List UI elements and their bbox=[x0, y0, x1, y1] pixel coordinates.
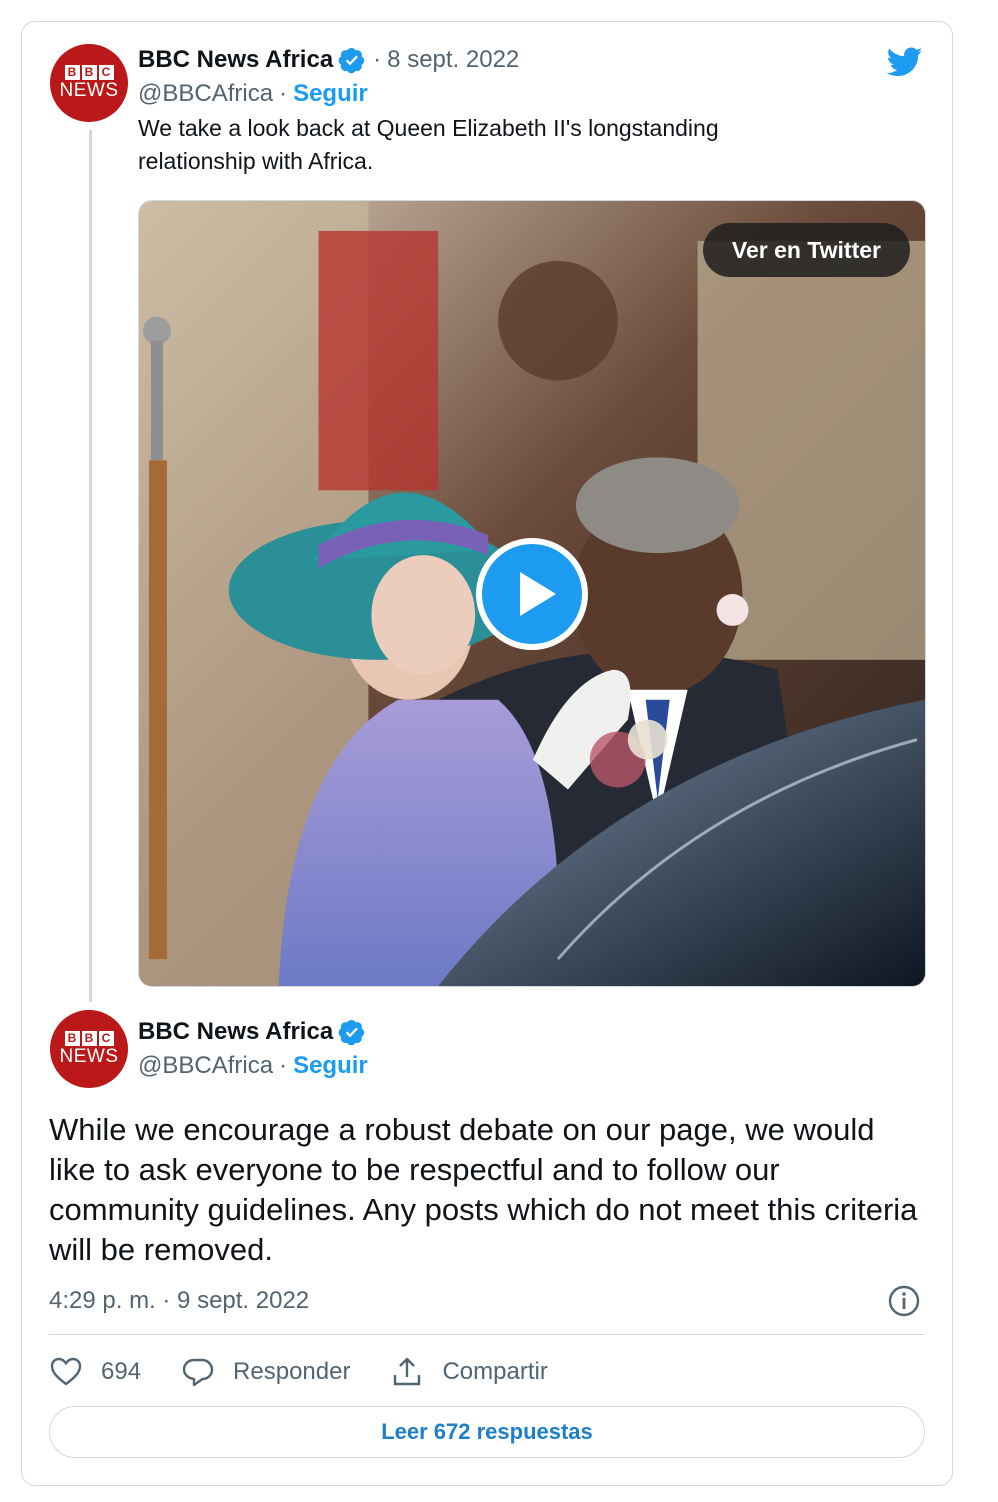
follow-button[interactable]: Seguir bbox=[293, 1052, 368, 1080]
avatar[interactable]: B B C NEWS bbox=[50, 1010, 128, 1088]
avatar-news-label: NEWS bbox=[59, 80, 119, 101]
video-thumbnail[interactable]: Ver en Twitter bbox=[138, 200, 926, 987]
thread-connector-line bbox=[89, 130, 92, 1002]
view-on-twitter-button[interactable]: Ver en Twitter bbox=[702, 223, 910, 277]
separator-dot: · bbox=[279, 80, 288, 107]
quoted-author-row: BBC News Africa · 8 sept. 2022 bbox=[138, 44, 519, 76]
post-date[interactable]: 8 sept. 2022 bbox=[387, 46, 519, 74]
reply-label: Responder bbox=[233, 1358, 351, 1385]
read-replies-button[interactable]: Leer 672 respuestas bbox=[49, 1406, 925, 1458]
reply-handle-row: @BBCAfrica · Seguir bbox=[138, 1050, 368, 1082]
heart-icon bbox=[50, 1357, 82, 1386]
tweet-text: While we encourage a robust debate on ou… bbox=[49, 1112, 918, 1267]
avatar-letter: B bbox=[81, 65, 97, 80]
follow-button[interactable]: Seguir bbox=[293, 80, 368, 108]
author-display-name[interactable]: BBC News Africa bbox=[138, 1018, 333, 1046]
verified-badge-icon bbox=[338, 1019, 365, 1046]
avatar[interactable]: B B C NEWS bbox=[50, 44, 128, 122]
twitter-bird-icon[interactable] bbox=[884, 44, 926, 80]
author-handle[interactable]: @BBCAfrica bbox=[138, 1052, 273, 1080]
divider bbox=[49, 1334, 925, 1335]
share-icon bbox=[394, 1357, 421, 1386]
tweet-timestamp[interactable]: 4:29 p. m. · 9 sept. 2022 bbox=[49, 1284, 309, 1318]
reply-bubble-icon bbox=[182, 1358, 214, 1387]
separator-dot: · bbox=[373, 46, 382, 73]
avatar-letter: C bbox=[98, 1031, 114, 1046]
bbc-logo-blocks: B B C bbox=[64, 1031, 114, 1046]
avatar-letter: B bbox=[81, 1031, 97, 1046]
reply-button[interactable]: Responder bbox=[181, 1355, 350, 1389]
tweet-actions: 694 Responder Compartir bbox=[49, 1352, 588, 1392]
author-display-name[interactable]: BBC News Africa bbox=[138, 46, 333, 74]
author-handle[interactable]: @BBCAfrica bbox=[138, 80, 273, 108]
like-count: 694 bbox=[101, 1358, 142, 1385]
avatar-news-label: NEWS bbox=[59, 1046, 119, 1067]
avatar-letter: B bbox=[64, 65, 80, 80]
separator-dot: · bbox=[279, 1052, 288, 1079]
share-button[interactable]: Compartir bbox=[390, 1355, 548, 1389]
play-icon[interactable] bbox=[476, 538, 588, 650]
share-label: Compartir bbox=[442, 1358, 548, 1385]
quoted-tweet-text: We take a look back at Queen Elizabeth I… bbox=[138, 115, 719, 174]
like-button[interactable]: 694 bbox=[49, 1355, 141, 1389]
avatar-letter: B bbox=[64, 1031, 80, 1046]
reply-author-row: BBC News Africa bbox=[138, 1016, 366, 1048]
bbc-logo-blocks: B B C bbox=[64, 65, 114, 80]
timestamp-text[interactable]: 4:29 p. m. · 9 sept. 2022 bbox=[49, 1287, 309, 1315]
quoted-handle-row: @BBCAfrica · Seguir bbox=[138, 78, 368, 110]
info-icon[interactable] bbox=[887, 1284, 921, 1318]
verified-badge-icon bbox=[338, 47, 365, 74]
avatar-letter: C bbox=[98, 65, 114, 80]
